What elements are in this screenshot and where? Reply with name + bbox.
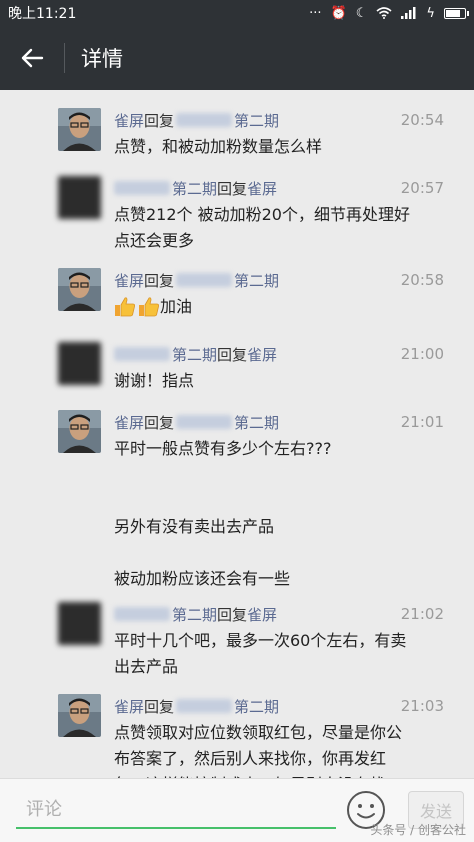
redacted-name	[176, 699, 233, 713]
comment-text: 加油	[160, 297, 193, 316]
status-time: 晚上11:21	[8, 6, 77, 22]
avatar[interactable]	[58, 602, 101, 645]
reply-word: 回复	[144, 111, 175, 130]
moon-icon: ☾	[355, 5, 368, 21]
comment-item: 雀屏 回复 第二期 20:58 加油	[58, 268, 444, 332]
title-divider	[64, 43, 65, 73]
comment-time: 21:01	[400, 413, 444, 431]
comment-item: 雀屏 回复 第二期 21:03 点赞领取对应位数领取红包，尽量是你公 布答案了，…	[58, 694, 444, 778]
comment-time: 20:54	[400, 111, 444, 129]
comment-text: 点赞领取对应位数领取红包，尽量是你公 布答案了，然后别人来找你，你再发红 包，这…	[114, 723, 403, 778]
arrow-left-icon	[21, 48, 44, 68]
reply-word: 回复	[217, 605, 248, 624]
redacted-name	[114, 181, 170, 195]
comment-time: 21:00	[400, 345, 444, 363]
target-name[interactable]: 第二期	[234, 412, 279, 433]
wifi-icon	[376, 7, 392, 19]
status-bar: 晚上11:21 ··· ⏰ ☾ ϟ	[0, 0, 474, 26]
avatar[interactable]	[58, 694, 101, 737]
redacted-name	[114, 607, 170, 621]
reply-word: 回复	[144, 271, 175, 290]
comment-text: 谢谢！指点	[114, 371, 195, 390]
comment-time: 21:02	[400, 605, 444, 623]
author-name[interactable]: 雀屏	[114, 696, 144, 717]
signal-icon	[401, 7, 416, 19]
charging-icon: ϟ	[426, 5, 435, 21]
title-bar: 详情	[0, 26, 474, 90]
comment-time: 21:03	[400, 697, 444, 715]
comment-header: 雀屏 回复 第二期	[114, 410, 444, 434]
author-name[interactable]: 雀屏	[114, 270, 144, 291]
comment-list[interactable]: 雀屏 回复 第二期 20:54 点赞，和被动加粉数量怎么样 第二期 回复 雀屏 …	[0, 90, 474, 778]
comment-header: 雀屏 回复 第二期	[114, 694, 444, 718]
comment-time: 20:58	[400, 271, 444, 289]
comment-header: 雀屏 回复 第二期	[114, 108, 444, 132]
comment-header: 第二期 回复 雀屏	[114, 176, 444, 200]
comment-item: 雀屏 回复 第二期 21:01 平时一般点赞有多少个左右??? 另外有没有卖出去…	[58, 410, 444, 588]
comment-item: 雀屏 回复 第二期 20:54 点赞，和被动加粉数量怎么样	[58, 108, 444, 168]
dots-icon: ···	[309, 5, 322, 21]
battery-icon	[444, 7, 469, 19]
comment-item: 第二期 回复 雀屏 20:57 点赞212个 被动加粉20个，细节再处理好 点还…	[58, 176, 444, 260]
reply-word: 回复	[217, 345, 248, 364]
author-name[interactable]: 雀屏	[114, 110, 144, 131]
avatar[interactable]	[58, 342, 101, 385]
reply-word: 回复	[217, 179, 248, 198]
redacted-name	[176, 273, 233, 287]
comment-header: 雀屏 回复 第二期	[114, 268, 444, 292]
status-icons: ··· ⏰ ☾ ϟ	[309, 5, 469, 21]
comment-bar: 发送 头条号 / 创客公社	[0, 778, 474, 842]
target-name[interactable]: 第二期	[234, 270, 279, 291]
comment-input[interactable]	[16, 791, 336, 829]
author-name[interactable]: 雀屏	[114, 412, 144, 433]
target-name[interactable]: 雀屏	[247, 344, 277, 365]
author-name[interactable]: 第二期	[172, 604, 217, 625]
target-name[interactable]: 雀屏	[247, 178, 277, 199]
avatar[interactable]	[58, 108, 101, 151]
comment-text: 平时一般点赞有多少个左右??? 另外有没有卖出去产品 被动加粉应该还会有一些	[114, 439, 332, 588]
avatar[interactable]	[58, 268, 101, 311]
comment-header: 第二期 回复 雀屏	[114, 602, 444, 626]
comment-text: 点赞212个 被动加粉20个，细节再处理好 点还会更多	[114, 205, 410, 250]
page-title: 详情	[81, 47, 123, 71]
watermark: 头条号 / 创客公社	[370, 823, 466, 837]
comment-text: 点赞，和被动加粉数量怎么样	[114, 137, 323, 156]
author-name[interactable]: 第二期	[172, 178, 217, 199]
thumbs-up-icon	[115, 297, 135, 317]
back-button[interactable]	[0, 26, 64, 90]
redacted-name	[176, 113, 233, 127]
redacted-name	[176, 415, 233, 429]
comment-text-row: 加油	[114, 294, 444, 320]
reply-word: 回复	[144, 413, 175, 432]
target-name[interactable]: 第二期	[234, 110, 279, 131]
author-name[interactable]: 第二期	[172, 344, 217, 365]
comment-header: 第二期 回复 雀屏	[114, 342, 444, 366]
comment-text: 平时十几个吧，最多一次60个左右，有卖 出去产品	[114, 631, 407, 676]
alarm-icon: ⏰	[330, 5, 347, 21]
reply-word: 回复	[144, 697, 175, 716]
comment-item: 第二期 回复 雀屏 21:02 平时十几个吧，最多一次60个左右，有卖 出去产品	[58, 602, 444, 686]
target-name[interactable]: 雀屏	[247, 604, 277, 625]
avatar[interactable]	[58, 176, 101, 219]
comment-time: 20:57	[400, 179, 444, 197]
battery-level	[446, 9, 460, 17]
redacted-name	[114, 347, 170, 361]
target-name[interactable]: 第二期	[234, 696, 279, 717]
thumbs-up-icon	[139, 297, 159, 317]
avatar[interactable]	[58, 410, 101, 453]
comment-item: 第二期 回复 雀屏 21:00 谢谢！指点	[58, 342, 444, 406]
